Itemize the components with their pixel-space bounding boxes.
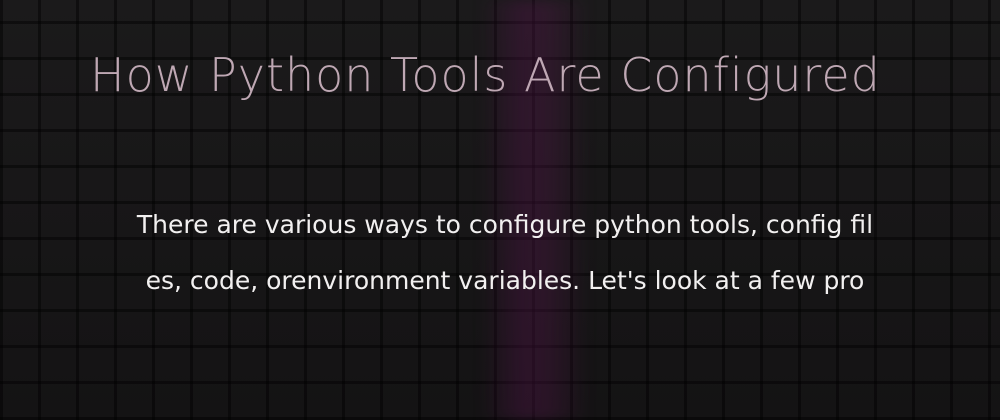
description: There are various ways to configure pyth… xyxy=(110,183,900,323)
page-title: How Python Tools Are Configured xyxy=(90,48,881,102)
description-line-2: es, code, orenvironment variables. Let's… xyxy=(145,266,865,295)
description-line-1: There are various ways to configure pyth… xyxy=(136,210,874,239)
